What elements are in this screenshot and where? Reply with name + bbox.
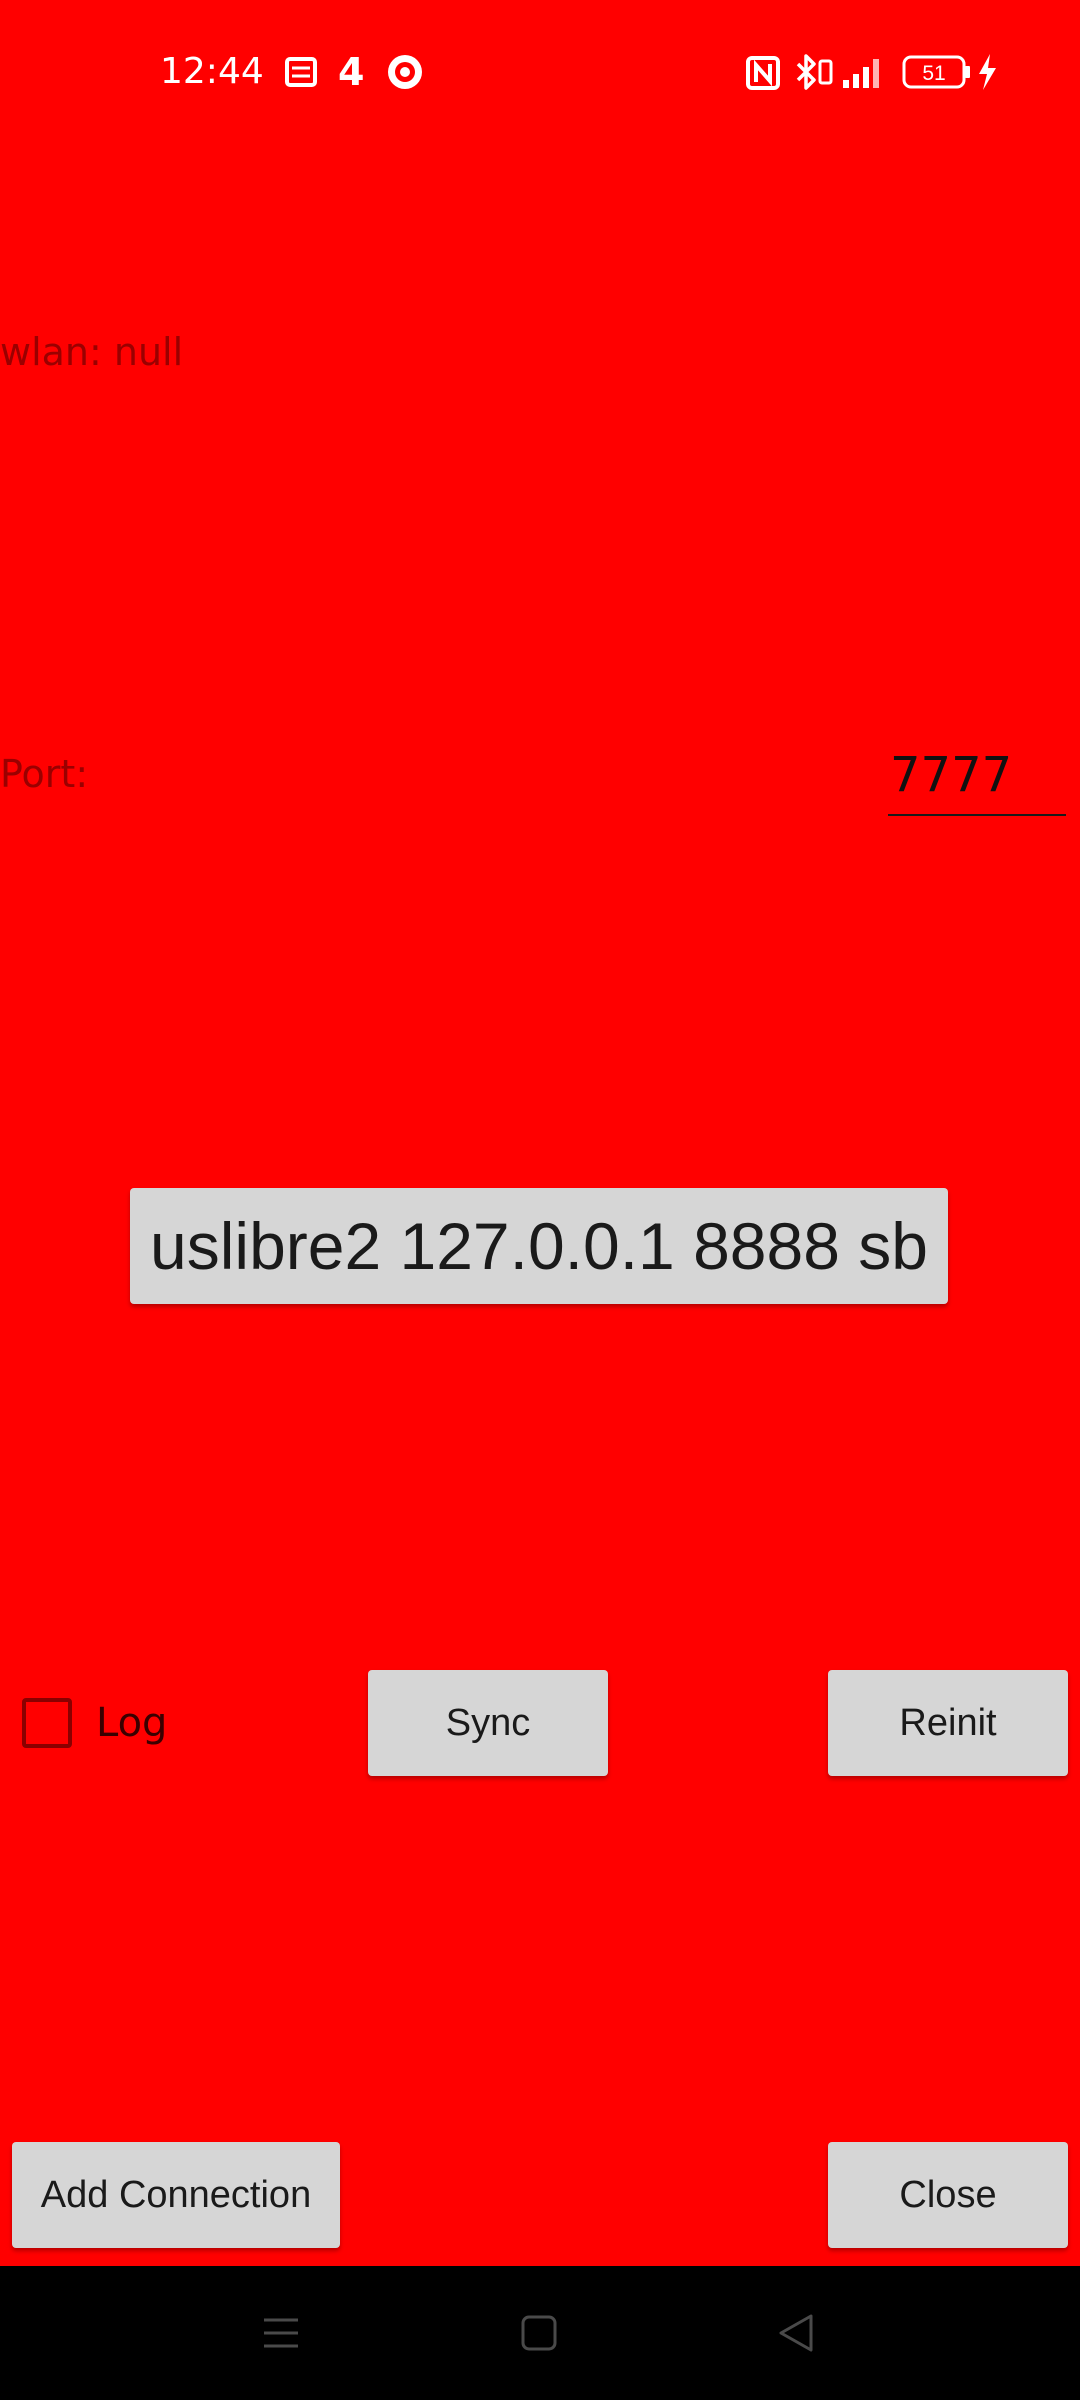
port-input[interactable]: 7777 <box>888 742 1066 816</box>
reinit-button[interactable]: Reinit <box>828 1670 1068 1776</box>
menu-icon[interactable] <box>262 2314 300 2352</box>
target-icon <box>388 55 422 89</box>
signal-icon <box>843 59 879 88</box>
svg-text:51: 51 <box>922 62 945 85</box>
sync-button[interactable]: Sync <box>368 1670 608 1776</box>
sim-card-icon <box>285 57 317 87</box>
status-time: 12:44 <box>160 51 264 92</box>
close-button[interactable]: Close <box>828 2142 1068 2248</box>
log-label: Log <box>96 1700 168 1746</box>
battery-icon: 51 <box>902 55 970 89</box>
nfc-icon <box>746 56 780 90</box>
wlan-status-label: wlan: null <box>0 330 184 374</box>
navigation-bar <box>0 2266 1080 2400</box>
network-badge: 4 <box>338 50 365 94</box>
log-checkbox[interactable] <box>22 1698 72 1748</box>
back-icon[interactable] <box>776 2312 816 2354</box>
add-connection-button[interactable]: Add Connection <box>12 2142 340 2248</box>
port-label: Port: <box>0 752 89 796</box>
charging-icon <box>979 54 996 90</box>
home-icon[interactable] <box>520 2314 558 2352</box>
bluetooth-icon <box>796 54 833 90</box>
connection-button[interactable]: uslibre2 127.0.0.1 8888 sb <box>130 1188 948 1304</box>
